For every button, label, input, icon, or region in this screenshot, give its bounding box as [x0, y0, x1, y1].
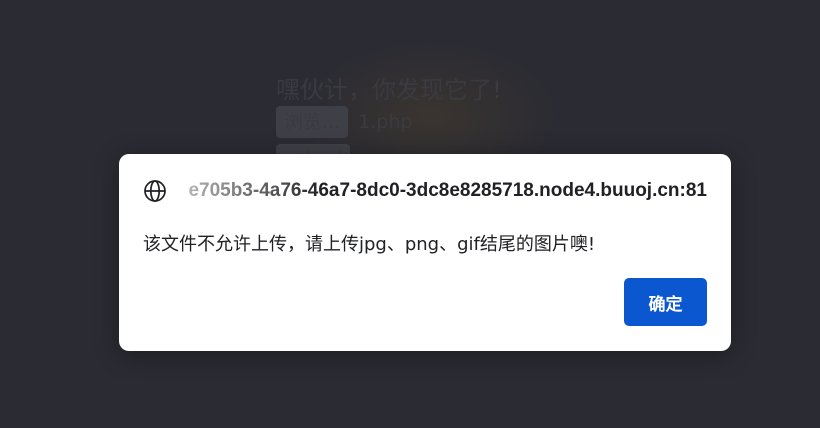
- ok-button[interactable]: 确定: [624, 278, 707, 326]
- globe-icon: [144, 180, 166, 202]
- dialog-message: 该文件不允许上传，请上传jpg、png、gif结尾的图片噢!: [143, 234, 596, 255]
- dialog-origin: e705b3-4a76-46a7-8dc0-3dc8e8285718.node4…: [188, 180, 707, 201]
- page-heading: 嘿伙计，你发现它了!: [276, 76, 502, 104]
- alert-dialog: e705b3-4a76-46a7-8dc0-3dc8e8285718.node4…: [119, 154, 731, 351]
- page: 嘿伙计，你发现它了! 浏览... 1.php upload e705b3-4a7…: [0, 0, 820, 428]
- dialog-title-row: e705b3-4a76-46a7-8dc0-3dc8e8285718.node4…: [143, 178, 707, 204]
- browse-button[interactable]: 浏览...: [276, 106, 349, 138]
- file-picker-row: 浏览... 1.php: [276, 106, 502, 138]
- selected-filename: 1.php: [358, 111, 413, 133]
